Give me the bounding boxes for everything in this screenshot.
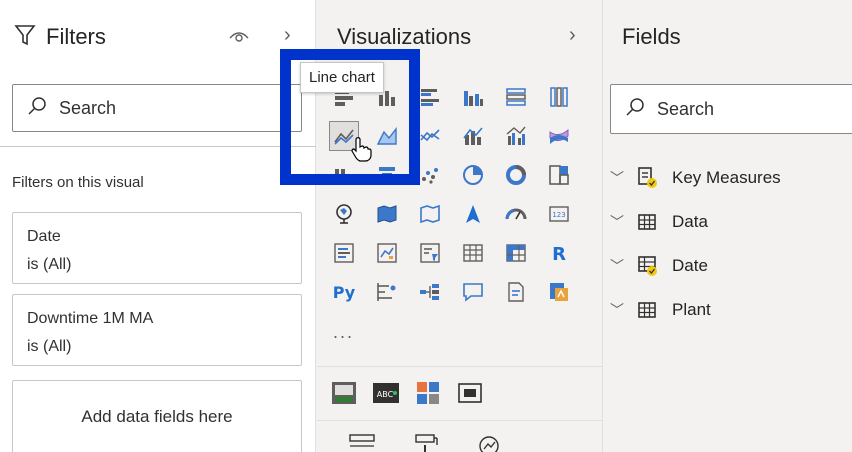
line-and-clustered-column-chart-icon[interactable] xyxy=(501,121,531,151)
fields-pane: Fields Search ﹀ Key Measures ﹀ Data ﹀ Da… xyxy=(604,0,852,452)
visualization-tabs xyxy=(347,432,505,452)
100-stacked-bar-chart-icon[interactable] xyxy=(501,82,531,112)
svg-text:Py: Py xyxy=(333,283,356,302)
visual-gallery: 123 R Py xyxy=(329,82,587,313)
stacked-area-chart-icon[interactable] xyxy=(415,121,445,151)
filters-search-input[interactable]: Search xyxy=(12,84,302,132)
svg-text:R: R xyxy=(552,244,566,265)
r-script-visual-icon[interactable]: R xyxy=(544,238,574,268)
100-stacked-column-chart-icon[interactable] xyxy=(544,82,574,112)
table-icon xyxy=(636,298,660,322)
multi-row-card-icon[interactable] xyxy=(329,238,359,268)
field-table-key-measures[interactable]: ﹀ Key Measures xyxy=(610,166,781,190)
shape-map-icon[interactable] xyxy=(415,199,445,229)
chevron-down-icon[interactable]: ﹀ xyxy=(610,212,628,232)
scatter-chart-icon[interactable] xyxy=(415,160,445,190)
divider xyxy=(0,146,316,147)
search-placeholder: Search xyxy=(657,98,715,119)
add-data-fields-dropzone[interactable]: Add data fields here xyxy=(12,380,302,452)
fields-tab-icon[interactable] xyxy=(347,432,377,452)
key-influencers-icon[interactable] xyxy=(372,277,402,307)
slicer-icon[interactable] xyxy=(415,238,445,268)
pie-chart-icon[interactable] xyxy=(458,160,488,190)
ribbon-chart-icon[interactable] xyxy=(544,121,574,151)
custom-visual-tiles-icon[interactable] xyxy=(413,378,443,408)
filter-card-field: Date xyxy=(27,228,61,245)
filters-header: Filters xyxy=(14,20,106,54)
chevron-down-icon[interactable]: ﹀ xyxy=(610,300,628,320)
visualizations-title: Visualizations xyxy=(337,24,472,49)
filter-card-downtime[interactable]: Downtime 1M MA is (All) xyxy=(12,294,302,366)
filled-map-icon[interactable] xyxy=(372,199,402,229)
python-visual-icon[interactable]: Py xyxy=(329,277,359,307)
field-table-name: Data xyxy=(672,212,708,231)
filter-card-state: is (All) xyxy=(27,256,72,273)
divider xyxy=(317,420,603,421)
line-and-stacked-column-chart-icon[interactable] xyxy=(458,121,488,151)
field-table-name: Plant xyxy=(672,300,711,319)
qa-visual-icon[interactable] xyxy=(458,277,488,307)
filter-funnel-icon xyxy=(14,23,36,52)
fields-search-input[interactable]: Search xyxy=(610,84,852,134)
custom-visual-box-icon[interactable] xyxy=(455,378,485,408)
filter-card-field: Downtime 1M MA xyxy=(27,310,154,327)
custom-visuals-row: ABC xyxy=(329,378,485,408)
field-table-name: Date xyxy=(672,256,708,275)
custom-visual-pro-icon[interactable] xyxy=(329,378,359,408)
filters-pane: Filters › Search Filters on this visual … xyxy=(0,0,316,452)
field-table-plant[interactable]: ﹀ Plant xyxy=(610,298,711,322)
field-table-date[interactable]: ﹀ Date xyxy=(610,254,708,278)
azure-map-icon[interactable] xyxy=(458,199,488,229)
measure-table-icon xyxy=(636,166,660,190)
card-icon[interactable]: 123 xyxy=(544,199,574,229)
hand-cursor-icon xyxy=(350,136,372,167)
search-icon xyxy=(625,97,645,122)
date-table-icon xyxy=(636,254,660,278)
chevron-down-icon[interactable]: ﹀ xyxy=(610,256,628,276)
matrix-icon[interactable] xyxy=(501,238,531,268)
clustered-column-chart-icon[interactable] xyxy=(458,82,488,112)
custom-visual-abc-icon[interactable]: ABC xyxy=(371,378,401,408)
field-table-data[interactable]: ﹀ Data xyxy=(610,210,708,234)
clustered-bar-chart-icon[interactable] xyxy=(415,82,445,112)
treemap-icon[interactable] xyxy=(544,160,574,190)
eye-icon[interactable] xyxy=(228,26,250,46)
chevron-down-icon[interactable]: ﹀ xyxy=(610,168,628,188)
map-icon[interactable] xyxy=(329,199,359,229)
donut-chart-icon[interactable] xyxy=(501,160,531,190)
gauge-icon[interactable] xyxy=(501,199,531,229)
collapse-filters-icon[interactable]: › xyxy=(284,24,291,47)
paginated-report-icon[interactable] xyxy=(544,277,574,307)
kpi-icon[interactable] xyxy=(372,238,402,268)
filter-card-state: is (All) xyxy=(27,338,72,355)
filters-title: Filters xyxy=(46,24,106,49)
line-chart-tooltip: Line chart xyxy=(300,62,384,93)
svg-text:ABC: ABC xyxy=(377,390,394,399)
smart-narrative-icon[interactable] xyxy=(501,277,531,307)
decomposition-tree-icon[interactable] xyxy=(415,277,445,307)
search-placeholder: Search xyxy=(59,97,117,118)
analytics-magnifier-icon[interactable] xyxy=(475,432,505,452)
field-table-name: Key Measures xyxy=(672,168,781,187)
divider xyxy=(317,366,603,367)
area-chart-icon[interactable] xyxy=(372,121,402,151)
svg-text:123: 123 xyxy=(552,211,565,219)
add-fields-label: Add data fields here xyxy=(81,407,233,426)
collapse-visualizations-icon[interactable]: › xyxy=(569,24,576,47)
fields-title: Fields xyxy=(622,24,681,49)
funnel-chart-icon[interactable] xyxy=(372,160,402,190)
table-icon[interactable] xyxy=(458,238,488,268)
filters-section-label: Filters on this visual xyxy=(12,174,144,191)
filter-card-date[interactable]: Date is (All) xyxy=(12,212,302,284)
format-paint-roller-icon[interactable] xyxy=(411,432,441,452)
search-icon xyxy=(27,96,47,121)
table-icon xyxy=(636,210,660,234)
more-visuals-icon[interactable]: ... xyxy=(333,322,354,343)
